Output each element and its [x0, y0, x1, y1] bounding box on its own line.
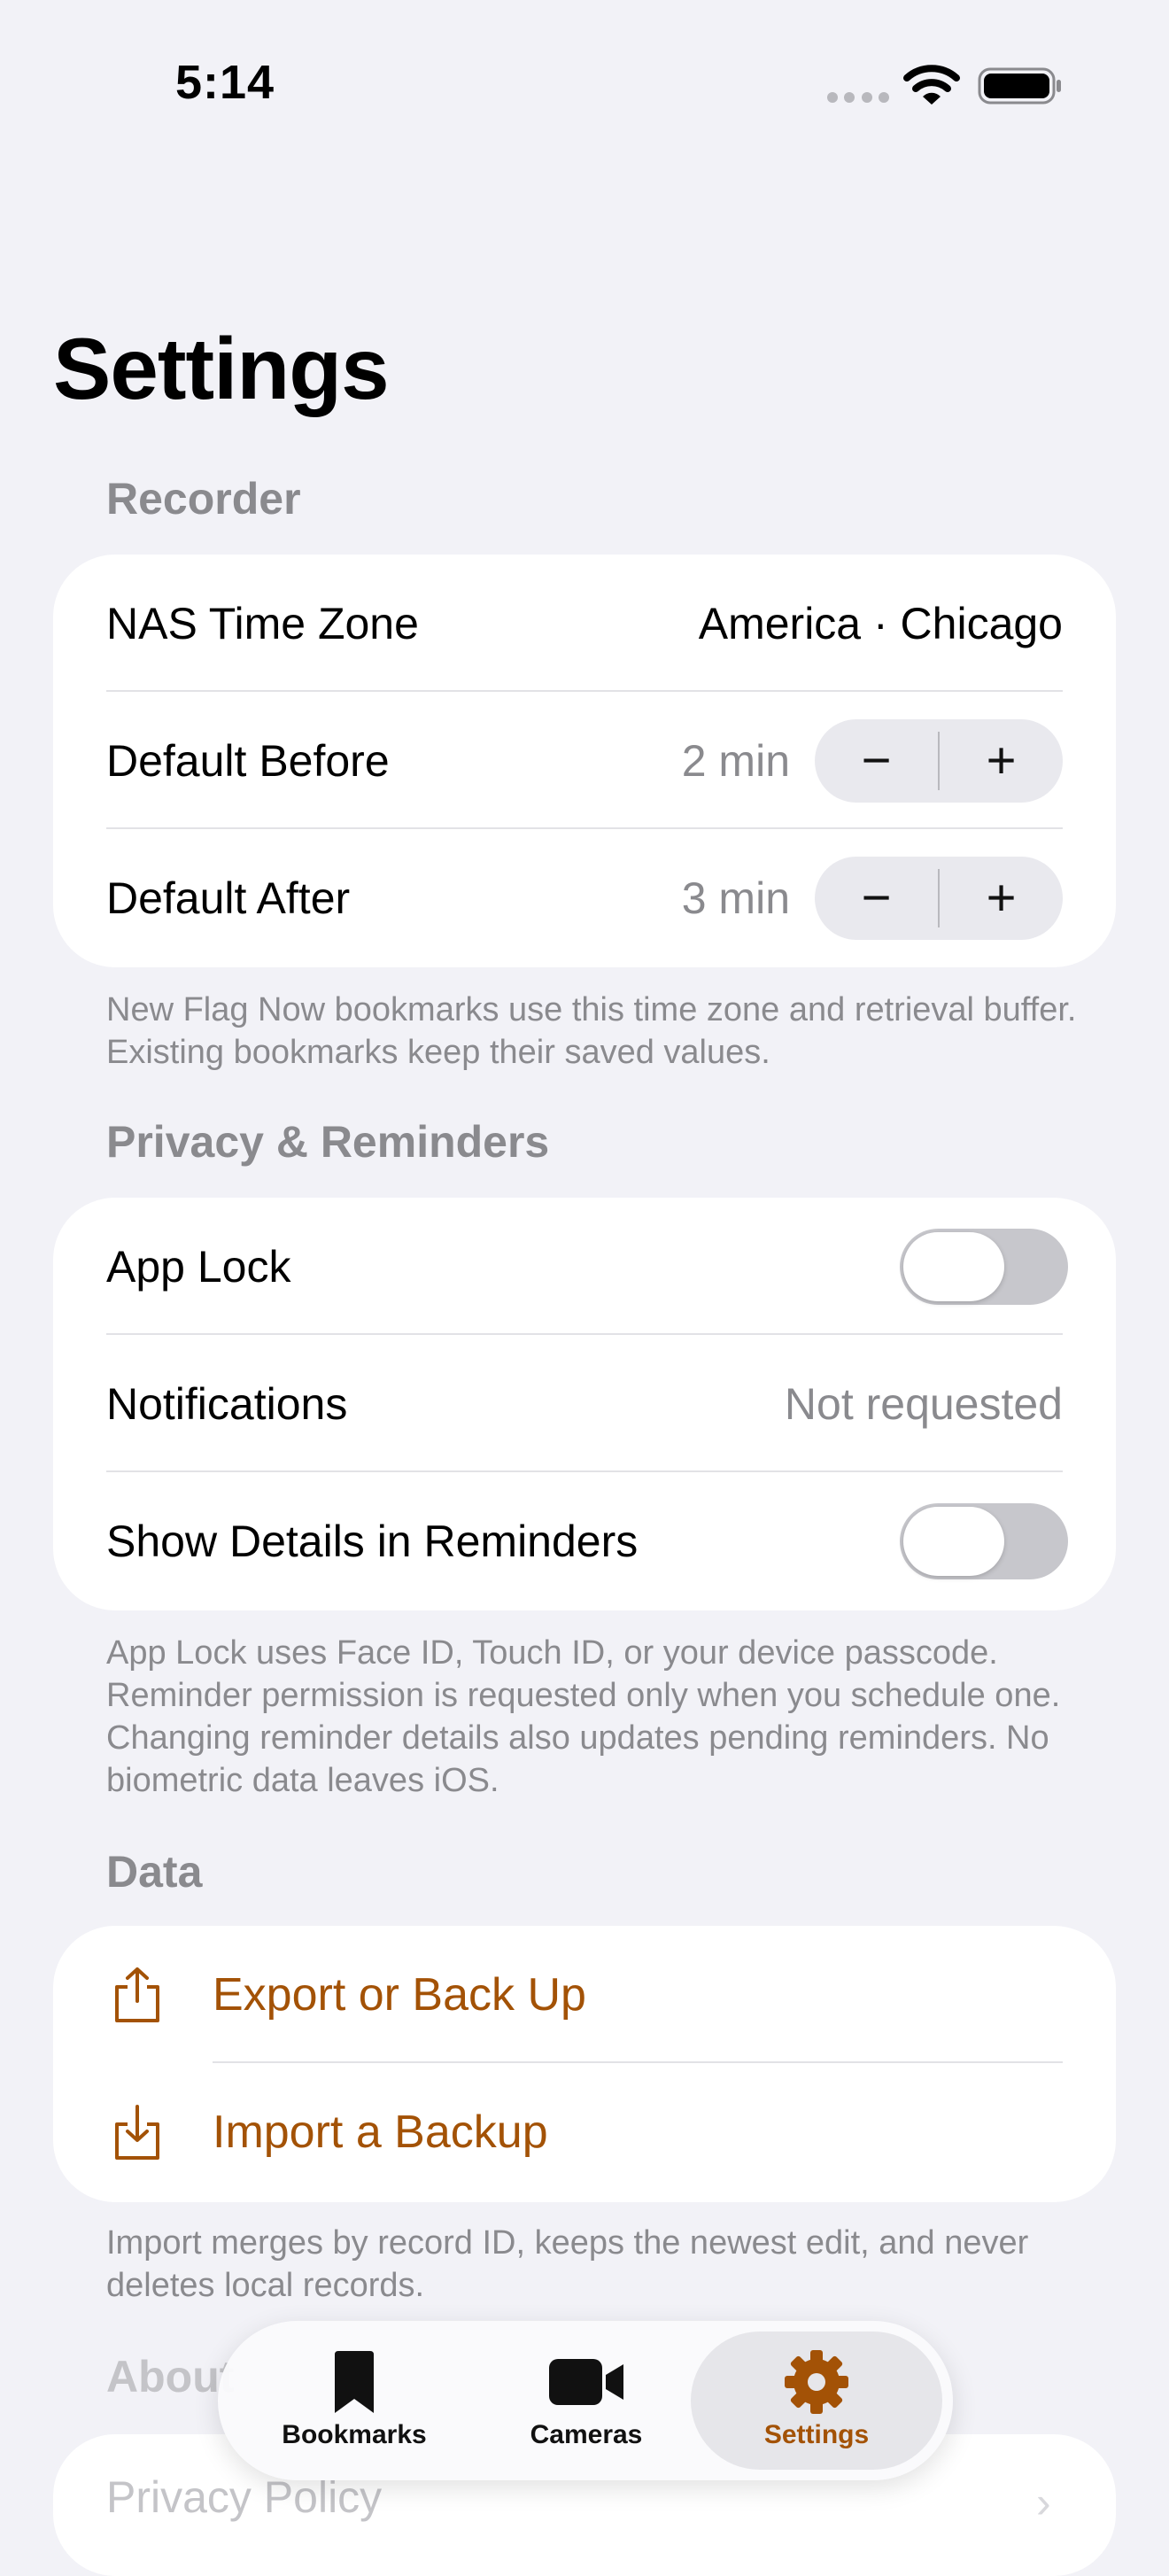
- status-time: 5:14: [175, 56, 275, 109]
- show-details-label: Show Details in Reminders: [106, 1516, 639, 1566]
- nas-time-zone-label: NAS Time Zone: [106, 598, 419, 648]
- toggle-knob: [903, 1506, 1004, 1576]
- default-before-row: Default Before 2 min − +: [106, 692, 1063, 829]
- default-after-label: Default After: [106, 873, 351, 923]
- app-lock-toggle[interactable]: [900, 1228, 1068, 1305]
- default-after-value: 3 min: [681, 873, 790, 923]
- default-after-row: Default After 3 min − +: [106, 829, 1063, 966]
- show-details-row: Show Details in Reminders: [106, 1472, 1068, 1610]
- section-header-privacy: Privacy & Reminders: [106, 1117, 550, 1167]
- wifi-icon: [903, 65, 960, 105]
- default-before-stepper[interactable]: − +: [815, 718, 1063, 803]
- nas-time-zone-value: America · Chicago: [698, 598, 1063, 648]
- recorder-card: NAS Time Zone America · Chicago Default …: [53, 555, 1116, 967]
- notifications-status: Not requested: [784, 1378, 1063, 1429]
- section-header-recorder: Recorder: [106, 474, 301, 524]
- increment-button[interactable]: +: [940, 857, 1063, 940]
- default-before-label: Default Before: [106, 735, 390, 786]
- decrement-button[interactable]: −: [815, 719, 938, 803]
- data-card: Export or Back Up Import a Backup: [53, 1926, 1116, 2202]
- import-backup-row[interactable]: Import a Backup: [106, 2063, 1063, 2200]
- privacy-card: App Lock Notifications Not requested Sho…: [53, 1198, 1116, 1610]
- data-footer-note: Import merges by record ID, keeps the ne…: [106, 2224, 1029, 2304]
- privacy-footer-note: App Lock uses Face ID, Touch ID, or your…: [106, 1634, 1061, 1799]
- decrement-button[interactable]: −: [815, 857, 938, 940]
- tab-cameras[interactable]: Cameras: [462, 2332, 710, 2470]
- tab-bookmarks[interactable]: Bookmarks: [230, 2332, 478, 2470]
- toggle-knob: [903, 1231, 1004, 1301]
- import-backup-label: Import a Backup: [213, 2106, 548, 2158]
- section-header-about: About: [106, 2352, 235, 2401]
- tab-bar: Bookmarks Cameras Settings: [218, 2321, 953, 2480]
- tab-settings[interactable]: Settings: [691, 2332, 942, 2470]
- tab-label: Cameras: [530, 2420, 643, 2449]
- page-title: Settings: [53, 320, 390, 417]
- gear-icon: [785, 2350, 848, 2414]
- export-backup-label: Export or Back Up: [213, 1968, 586, 2021]
- show-details-toggle[interactable]: [900, 1502, 1068, 1579]
- increment-button[interactable]: +: [940, 719, 1063, 803]
- nas-time-zone-row[interactable]: NAS Time Zone America · Chicago: [106, 555, 1063, 692]
- app-lock-row: App Lock: [106, 1198, 1068, 1335]
- notifications-row[interactable]: Notifications Not requested: [106, 1335, 1063, 1472]
- chevron-right-icon: ›: [1036, 2478, 1051, 2527]
- video-camera-icon: [549, 2359, 623, 2405]
- section-header-data: Data: [106, 1847, 203, 1897]
- default-after-stepper[interactable]: − +: [815, 856, 1063, 940]
- export-backup-row[interactable]: Export or Back Up: [106, 1926, 1063, 2063]
- default-before-value: 2 min: [681, 735, 790, 786]
- tab-label: Settings: [763, 2420, 870, 2449]
- battery-icon: [978, 67, 1061, 105]
- bookmark-icon: [335, 2351, 374, 2413]
- share-icon: [115, 1967, 159, 2022]
- import-icon: [115, 2104, 159, 2160]
- app-lock-label: App Lock: [106, 1241, 291, 1292]
- tab-label: Bookmarks: [282, 2420, 427, 2449]
- cellular-signal-icon: [827, 92, 889, 103]
- recorder-footer-note: New Flag Now bookmarks use this time zon…: [106, 991, 1077, 1071]
- notifications-label: Notifications: [106, 1378, 348, 1429]
